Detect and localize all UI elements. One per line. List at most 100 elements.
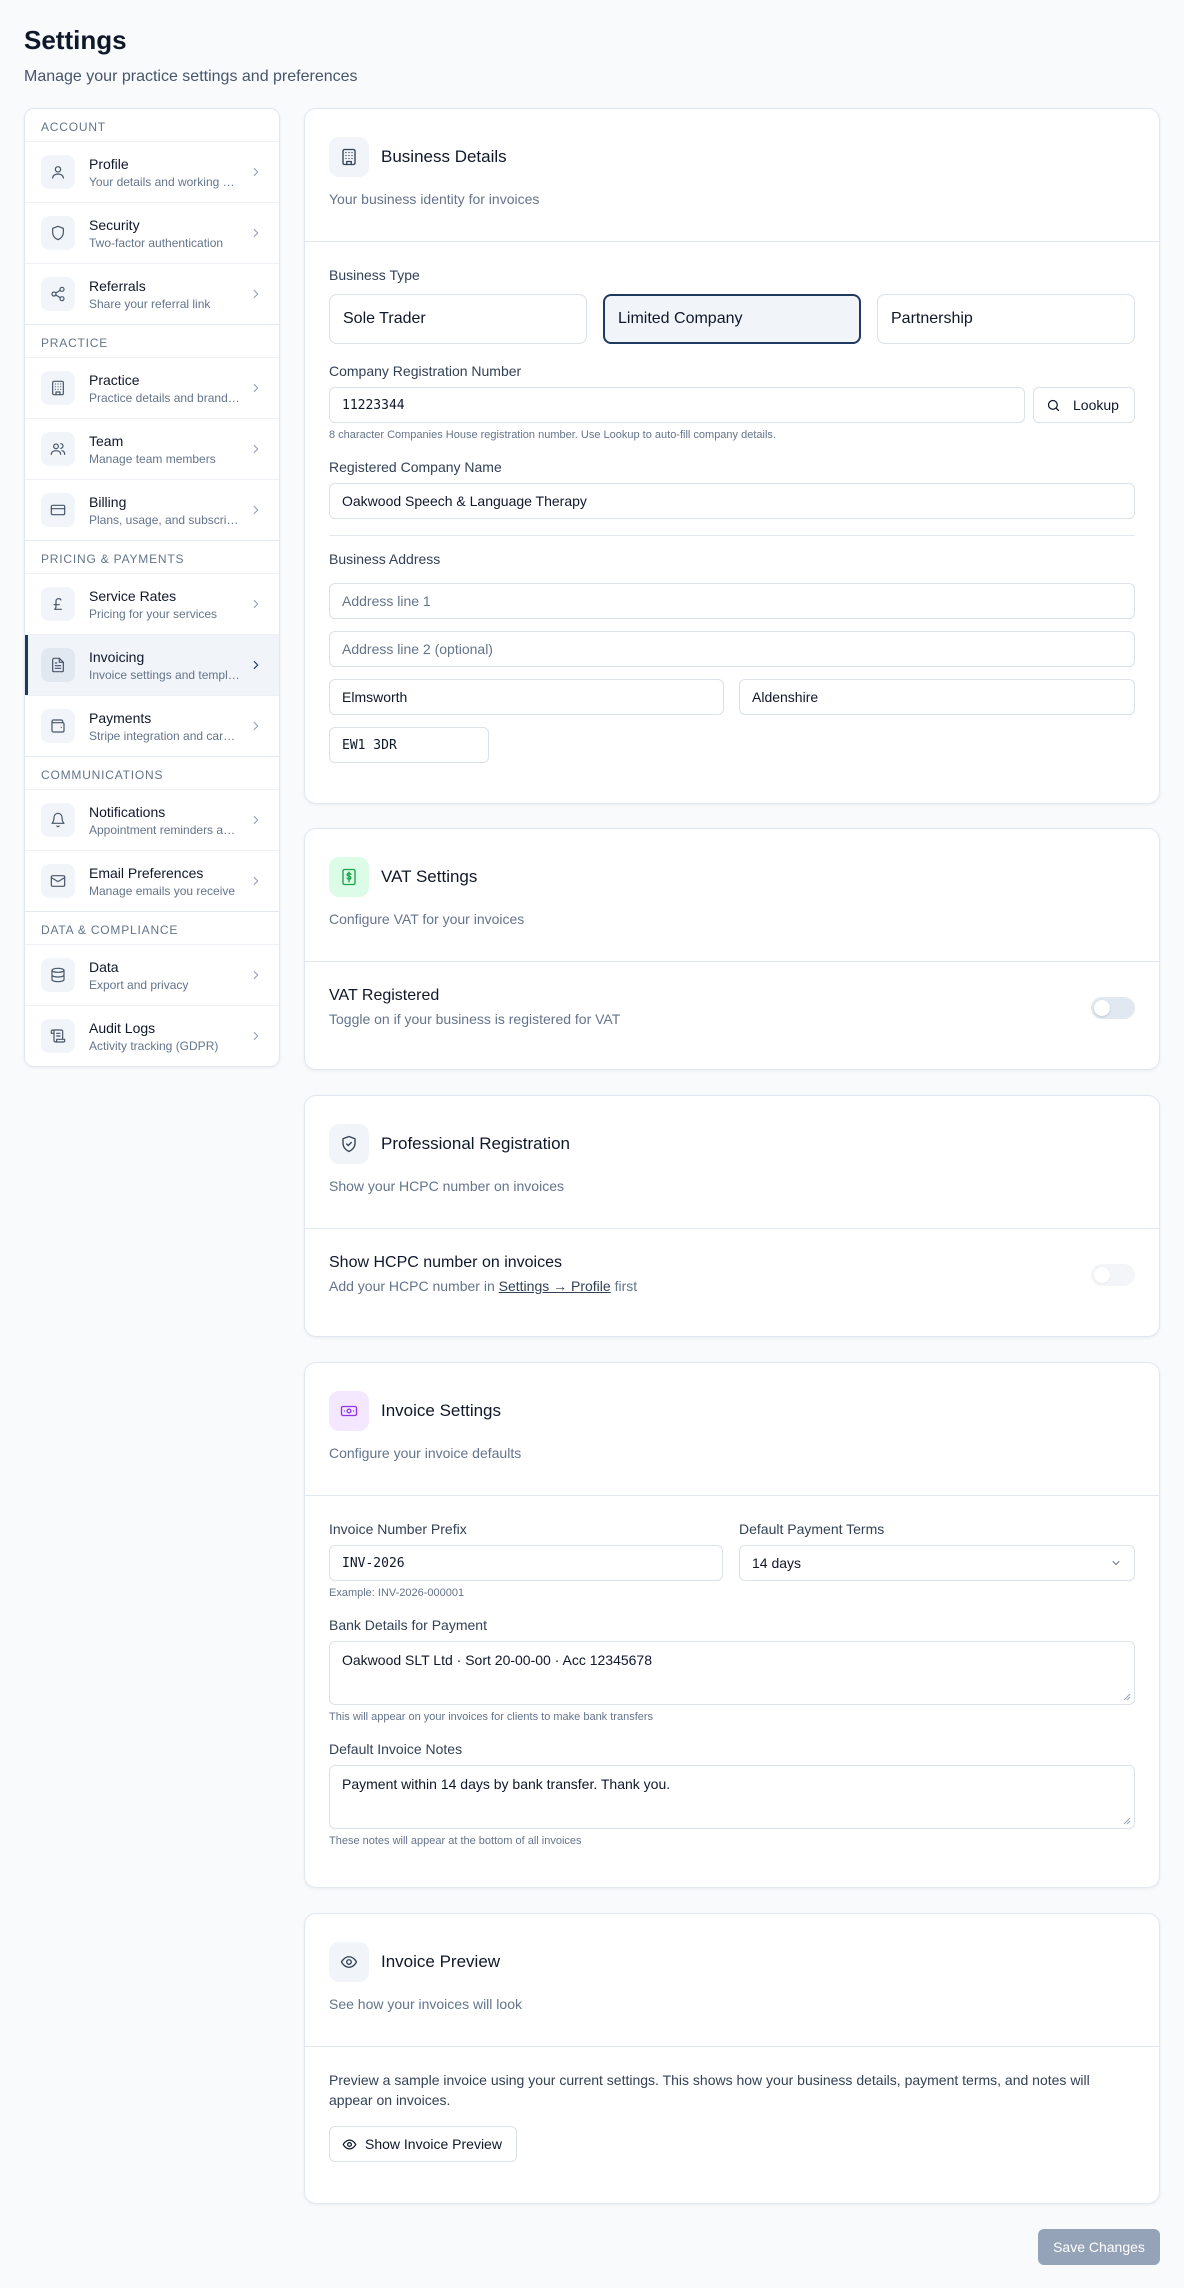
sidebar-item-service-rates[interactable]: Service Rates Pricing for your services (25, 573, 279, 634)
bell-icon (41, 803, 75, 837)
sidebar-item-title: Profile (89, 155, 129, 172)
card-description: Your business identity for invoices (329, 191, 540, 207)
invoice-notes-value: Payment within 14 days by bank transfer.… (342, 1776, 671, 1792)
vat-settings-card: VAT Settings Configure VAT for your invo… (304, 828, 1160, 1070)
bank-details-hint: This will appear on your invoices for cl… (329, 1711, 654, 1723)
chevron-right-icon (253, 289, 259, 299)
chevron-right-icon (253, 970, 259, 980)
chevron-right-icon (253, 876, 259, 886)
vat-registered-toggle[interactable] (1091, 997, 1135, 1019)
chevron-right-icon (253, 505, 259, 515)
payment-terms-select[interactable]: 14 days (739, 1545, 1135, 1581)
professional-registration-card: Professional Registration Show your HCPC… (304, 1095, 1160, 1337)
address-line-2-input[interactable]: Address line 2 (optional) (329, 631, 1135, 667)
save-changes-button[interactable]: Save Changes (1038, 2229, 1160, 2265)
city-input[interactable]: Elmsworth (329, 679, 724, 715)
banknote-icon (329, 1391, 369, 1431)
company-name-input[interactable]: Oakwood Speech & Language Therapy (329, 483, 1135, 519)
card-title: Business Details (381, 147, 507, 166)
resize-grip-icon[interactable] (1123, 1693, 1131, 1701)
card-title: Professional Registration (381, 1134, 570, 1153)
lookup-button[interactable]: Lookup (1033, 387, 1135, 423)
chevron-right-icon (253, 383, 259, 393)
show-hcpc-toggle[interactable] (1091, 1264, 1135, 1286)
card-title: Invoice Preview (381, 1952, 501, 1971)
payment-terms-label: Default Payment Terms (739, 1521, 885, 1537)
chevron-right-icon (253, 444, 259, 454)
sidebar-item-title: Practice (89, 371, 140, 388)
bank-details-value: Oakwood SLT Ltd · Sort 20-00-00 · Acc 12… (342, 1652, 653, 1668)
user-icon (41, 155, 75, 189)
sidebar-item-audit-logs[interactable]: Audit Logs Activity tracking (GDPR) (25, 1005, 279, 1066)
sidebar-item-payments[interactable]: Payments Stripe integration and card paym… (25, 695, 279, 756)
scroll-icon (41, 1019, 75, 1053)
sidebar-item-title: Invoicing (89, 648, 145, 665)
sidebar-section-label: DATA & COMPLIANCE (41, 923, 179, 937)
show-hcpc-description: Add your HCPC number in Settings → Profi… (329, 1278, 637, 1294)
sidebar-item-practice[interactable]: Practice Practice details and branding (25, 357, 279, 418)
receipt-icon (329, 857, 369, 897)
invoice-preview-card: Invoice Preview See how your invoices wi… (304, 1913, 1160, 2204)
sidebar-item-description: Manage emails you receive (89, 883, 236, 898)
chevron-right-icon (253, 228, 259, 238)
invoice-prefix-input[interactable]: INV-2026 (329, 1545, 723, 1581)
chevron-right-icon (253, 721, 259, 731)
database-icon (41, 958, 75, 992)
invoice-notes-hint: These notes will appear at the bottom of… (329, 1835, 582, 1847)
registration-number-hint: 8 character Companies House registration… (329, 429, 776, 441)
sidebar-item-title: Team (89, 432, 124, 449)
sidebar-section-label: PRICING & PAYMENTS (41, 552, 185, 566)
settings-profile-link[interactable]: Settings → Profile (499, 1278, 611, 1294)
chevron-right-icon (253, 599, 259, 609)
sidebar-item-profile[interactable]: Profile Your details and working hours (25, 141, 279, 202)
postcode-input[interactable]: EW1 3DR (329, 727, 489, 763)
page-subtitle: Manage your practice settings and prefer… (24, 68, 358, 85)
hcpc-desc-suffix: first (610, 1278, 638, 1294)
sidebar-section-label: COMMUNICATIONS (41, 768, 164, 782)
business-type-partnership[interactable]: Partnership (877, 294, 1135, 344)
resize-grip-icon[interactable] (1123, 1817, 1131, 1825)
divider (305, 2046, 1159, 2047)
divider (305, 961, 1159, 962)
address-line-1-input[interactable]: Address line 1 (329, 583, 1135, 619)
pound-icon (41, 587, 75, 621)
divider (305, 1228, 1159, 1229)
card-icon (41, 493, 75, 527)
sidebar-item-title: Billing (89, 493, 127, 510)
divider (329, 535, 1135, 536)
shield-icon (41, 216, 75, 250)
county-input[interactable]: Aldenshire (739, 679, 1135, 715)
sidebar-item-email-preferences[interactable]: Email Preferences Manage emails you recei… (25, 850, 279, 911)
building-icon (41, 371, 75, 405)
preview-description: Preview a sample invoice using your curr… (329, 2072, 1090, 2108)
chevron-right-icon (253, 660, 259, 670)
business-type-sole-trader[interactable]: Sole Trader (329, 294, 587, 344)
sidebar-item-billing[interactable]: Billing Plans, usage, and subscription (25, 479, 279, 540)
sidebar-item-notifications[interactable]: Notifications Appointment reminders and a… (25, 789, 279, 850)
show-invoice-preview-button[interactable]: Show Invoice Preview (329, 2126, 517, 2162)
bank-details-textarea[interactable]: Oakwood SLT Ltd · Sort 20-00-00 · Acc 12… (329, 1641, 1135, 1705)
sidebar-item-description: Invoice settings and templates (89, 667, 241, 682)
business-type-limited-company[interactable]: Limited Company (603, 294, 861, 344)
payment-terms-value: 14 days (752, 1555, 802, 1571)
building-icon (329, 137, 369, 177)
sidebar-item-title: Referrals (89, 277, 146, 294)
invoice-notes-textarea[interactable]: Payment within 14 days by bank transfer.… (329, 1765, 1135, 1829)
sidebar-item-description: Stripe integration and card payments (89, 728, 241, 743)
sidebar-item-invoicing[interactable]: Invoicing Invoice settings and templates (25, 634, 279, 695)
sidebar-item-description: Appointment reminders and alerts (89, 822, 241, 837)
company-name-label: Registered Company Name (329, 459, 502, 475)
sidebar-item-security[interactable]: Security Two-factor authentication (25, 202, 279, 263)
sidebar-item-data[interactable]: Data Export and privacy (25, 944, 279, 1005)
vat-registered-title: VAT Registered (329, 987, 440, 1004)
sidebar-item-description: Practice details and branding (89, 390, 241, 405)
chevron-right-icon (253, 1031, 259, 1041)
sidebar-item-referrals[interactable]: Referrals Share your referral link (25, 263, 279, 324)
share-icon (41, 277, 75, 311)
settings-sidebar: ACCOUNT Profile Your details and working h… (24, 108, 280, 1067)
toggle-knob (1094, 1000, 1110, 1016)
document-icon (41, 648, 75, 682)
registration-number-input[interactable]: 11223344 (329, 387, 1025, 423)
sidebar-item-team[interactable]: Team Manage team members (25, 418, 279, 479)
sidebar-item-description: Export and privacy (89, 977, 189, 992)
